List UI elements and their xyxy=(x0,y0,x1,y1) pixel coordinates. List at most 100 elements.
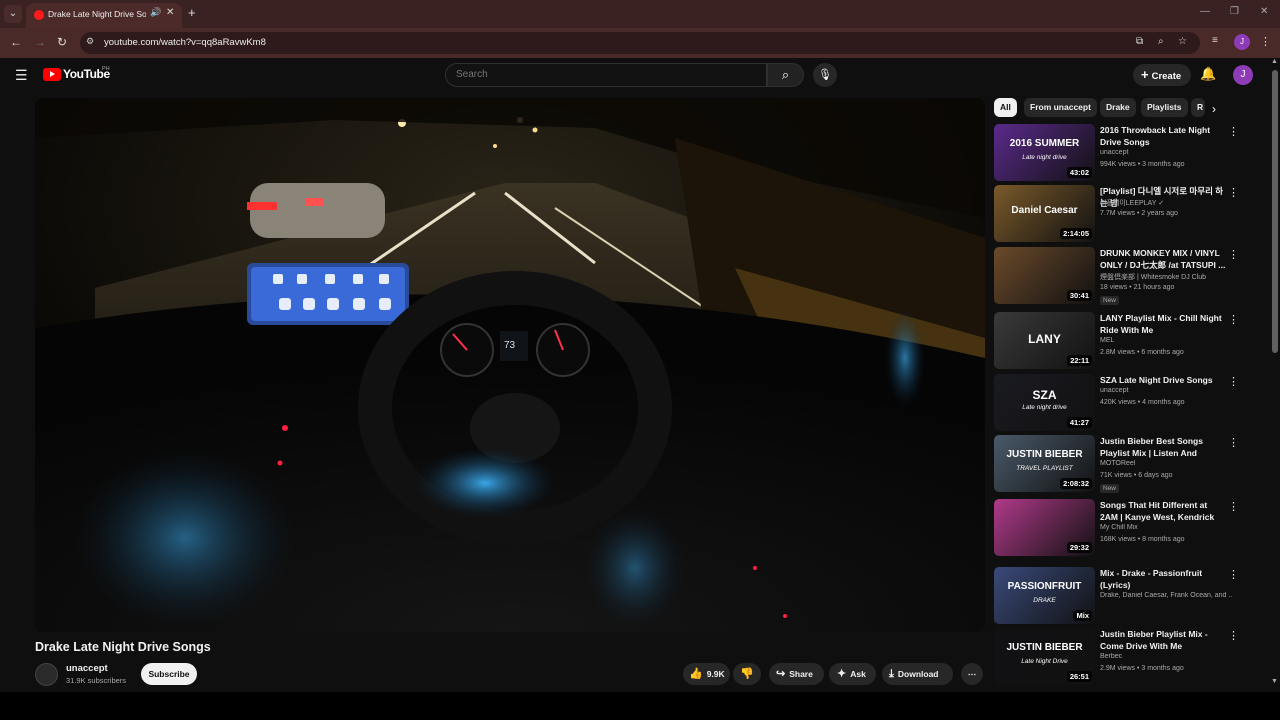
chip-all[interactable]: All xyxy=(994,98,1017,117)
download-button[interactable]: ⤓ Download xyxy=(882,663,953,685)
window-close-icon[interactable]: ✕ xyxy=(1260,6,1268,17)
recommendation-title[interactable]: 2016 Throwback Late Night Drive Songs xyxy=(1100,124,1226,148)
reload-icon[interactable]: ↻ xyxy=(57,35,67,49)
recommendation-title[interactable]: DRUNK MONKEY MIX / VINYL ONLY / DJ七太郎 /a… xyxy=(1100,247,1226,271)
voice-search-button[interactable]: 🎙 xyxy=(813,63,837,87)
share-label: Share xyxy=(789,669,813,679)
more-actions-button[interactable]: ⋯ xyxy=(961,663,983,685)
page-scrollbar[interactable]: ▲ ▼ xyxy=(1270,58,1280,692)
browser-profile-avatar[interactable]: J xyxy=(1234,34,1250,50)
more-vert-icon[interactable]: ⋮ xyxy=(1228,186,1239,199)
recommendation-item[interactable]: 30:41 DRUNK MONKEY MIX / VINYL ONLY / DJ七… xyxy=(994,247,1244,305)
ask-button[interactable]: ✦ Ask xyxy=(829,663,876,685)
recommendation-item[interactable]: Daniel Caesar 2:14:05 [Playlist] 다니엘 시저로 마… xyxy=(994,185,1244,243)
thumbnail-subtitle: DRAKE xyxy=(1033,597,1056,604)
youtube-logo-icon[interactable] xyxy=(43,68,61,81)
menu-icon[interactable]: ☰ xyxy=(15,67,28,84)
more-vert-icon[interactable]: ⋮ xyxy=(1228,436,1239,449)
install-app-icon[interactable]: ⧉ xyxy=(1136,36,1143,47)
account-avatar[interactable]: J xyxy=(1233,65,1253,85)
more-vert-icon[interactable]: ⋮ xyxy=(1228,568,1239,581)
forward-icon[interactable]: → xyxy=(34,35,46,49)
chip-playlists[interactable]: Playlists xyxy=(1141,98,1188,117)
like-button[interactable]: 👍 9.9K xyxy=(683,663,730,685)
more-vert-icon[interactable]: ⋮ xyxy=(1228,629,1239,642)
maximize-icon[interactable]: ❐ xyxy=(1230,6,1239,17)
recommendation-item[interactable]: LANY 22:11 LANY Playlist Mix - Chill Night… xyxy=(994,312,1244,370)
browser-tab[interactable]: Drake Late Night Drive Songs 🔊 ✕ xyxy=(26,3,182,28)
video-thumbnail[interactable]: Daniel Caesar 2:14:05 xyxy=(994,185,1095,242)
more-icon: ⋯ xyxy=(967,669,977,679)
recommendation-title[interactable]: LANY Playlist Mix - Chill Night Ride Wit… xyxy=(1100,312,1226,336)
video-title: Drake Late Night Drive Songs xyxy=(35,640,211,654)
recommendation-item[interactable]: 29:32 Songs That Hit Different at 2AM | K… xyxy=(994,499,1244,557)
url-text[interactable]: youtube.com/watch?v=qq8aRavwKm8 xyxy=(104,37,266,48)
browser-menu-icon[interactable]: ⋮ xyxy=(1260,35,1271,48)
recommendation-title[interactable]: Mix - Drake - Passionfruit (Lyrics) xyxy=(1100,567,1226,591)
address-bar[interactable]: ⚙ youtube.com/watch?v=qq8aRavwKm8 ⧉ ⌕ ☆ xyxy=(80,32,1200,54)
more-vert-icon[interactable]: ⋮ xyxy=(1228,375,1239,388)
recommendation-channel[interactable]: unaccept xyxy=(1100,149,1232,156)
video-thumbnail[interactable]: PASSIONFRUIT DRAKE Mix xyxy=(994,567,1095,624)
notifications-bell-icon[interactable]: 🔔 xyxy=(1200,66,1216,82)
video-thumbnail[interactable]: SZA Late night drive 41:27 xyxy=(994,374,1095,431)
recommendation-title[interactable]: Justin Bieber Playlist Mix - Come Drive … xyxy=(1100,628,1226,652)
recommendation-title[interactable]: SZA Late Night Drive Songs xyxy=(1100,374,1226,386)
media-control-icon[interactable]: ≡ xyxy=(1212,35,1218,46)
bookmark-star-icon[interactable]: ☆ xyxy=(1178,36,1187,47)
new-tab-icon[interactable]: + xyxy=(188,5,196,20)
chevron-right-icon[interactable]: › xyxy=(1212,102,1216,116)
channel-name[interactable]: unaccept xyxy=(66,663,108,674)
video-thumbnail[interactable]: LANY 22:11 xyxy=(994,312,1095,369)
recommendation-channel[interactable]: Drake, Daniel Caesar, Frank Ocean, and .… xyxy=(1100,592,1232,599)
download-label: Download xyxy=(897,669,939,679)
chip-drake[interactable]: Drake xyxy=(1100,98,1136,117)
dislike-button[interactable]: 👎 xyxy=(733,663,761,685)
recommendation-channel[interactable]: MEL xyxy=(1100,337,1232,344)
thumbnail-title: Daniel Caesar xyxy=(1011,205,1078,216)
share-button[interactable]: ↪ Share xyxy=(769,663,824,685)
scroll-up-icon[interactable]: ▲ xyxy=(1271,58,1278,65)
scrollbar-thumb[interactable] xyxy=(1272,70,1278,353)
recommendation-title[interactable]: Songs That Hit Different at 2AM | Kanye … xyxy=(1100,499,1226,523)
channel-avatar[interactable] xyxy=(35,663,58,686)
create-button[interactable]: + Create xyxy=(1133,64,1191,86)
video-thumbnail[interactable]: JUSTIN BIEBER Late Night Drive 26:51 xyxy=(994,628,1095,685)
tab-search-icon[interactable]: ⌄ xyxy=(4,5,22,23)
audio-playing-icon[interactable]: 🔊 xyxy=(150,7,161,18)
recommendation-item[interactable]: 2016 SUMMER Late night drive 43:02 2016 Thr… xyxy=(994,124,1244,182)
recommendation-channel[interactable]: unaccept xyxy=(1100,387,1232,394)
recommendation-channel[interactable]: MOTOReel xyxy=(1100,460,1232,467)
more-vert-icon[interactable]: ⋮ xyxy=(1228,248,1239,261)
search-button[interactable]: ⌕ xyxy=(767,63,804,87)
subscribe-button[interactable]: Subscribe xyxy=(141,663,197,685)
minimize-icon[interactable]: — xyxy=(1200,6,1210,17)
more-vert-icon[interactable]: ⋮ xyxy=(1228,125,1239,138)
video-thumbnail[interactable]: JUSTIN BIEBER TRAVEL PLAYLIST 2:08:32 xyxy=(994,435,1095,492)
video-thumbnail[interactable]: 2016 SUMMER Late night drive 43:02 xyxy=(994,124,1095,181)
recommendation-item[interactable]: SZA Late night drive 41:27 SZA Late Night D… xyxy=(994,374,1244,432)
recommendation-item[interactable]: JUSTIN BIEBER Late Night Drive 26:51 Justin… xyxy=(994,628,1244,686)
recommendation-title[interactable]: Justin Bieber Best Songs Playlist Mix | … xyxy=(1100,435,1226,459)
video-thumbnail[interactable]: 30:41 xyxy=(994,247,1095,304)
recommendation-channel[interactable]: 煙盤倶楽部 | Whitesmoke DJ Club xyxy=(1100,272,1232,282)
video-thumbnail[interactable]: 29:32 xyxy=(994,499,1095,556)
chip-from-unaccept[interactable]: From unaccept xyxy=(1024,98,1097,117)
recommendation-channel[interactable]: 리플레이LEEPLAY ✓ xyxy=(1100,198,1232,208)
video-player[interactable]: 73 xyxy=(35,98,985,632)
back-icon[interactable]: ← xyxy=(10,35,22,49)
recommendation-item[interactable]: PASSIONFRUIT DRAKE Mix Mix - Drake - Passio… xyxy=(994,567,1244,625)
recommendation-channel[interactable]: Berbec xyxy=(1100,653,1232,660)
chip-partial[interactable]: R xyxy=(1191,98,1205,117)
scroll-down-icon[interactable]: ▼ xyxy=(1271,678,1278,685)
more-vert-icon[interactable]: ⋮ xyxy=(1228,500,1239,513)
thumbnail-subtitle: Late night drive xyxy=(1022,404,1067,411)
recommendation-item[interactable]: JUSTIN BIEBER TRAVEL PLAYLIST 2:08:32 Justi… xyxy=(994,435,1244,493)
site-info-icon[interactable]: ⚙ xyxy=(86,36,94,47)
recommendation-channel[interactable]: My Chill Mix xyxy=(1100,524,1232,531)
close-tab-icon[interactable]: ✕ xyxy=(166,7,174,18)
zoom-icon[interactable]: ⌕ xyxy=(1158,36,1164,47)
search-box[interactable] xyxy=(445,63,767,87)
search-input[interactable] xyxy=(456,69,756,80)
more-vert-icon[interactable]: ⋮ xyxy=(1228,313,1239,326)
